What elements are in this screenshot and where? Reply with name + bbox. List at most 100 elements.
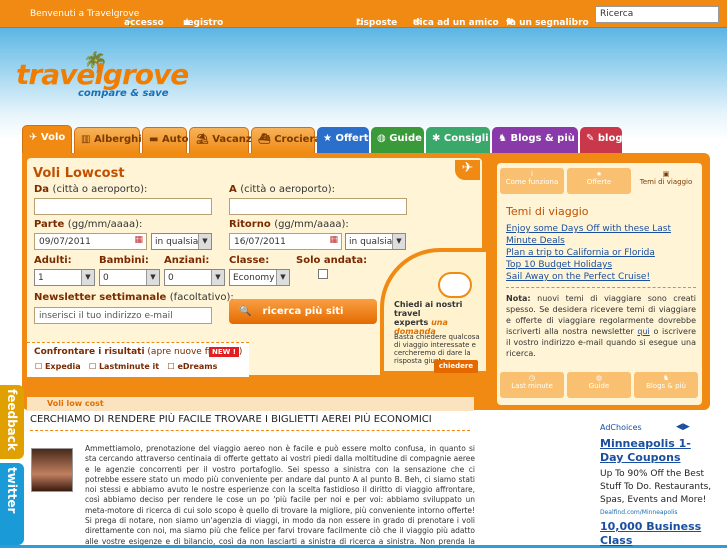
ad-nav-icon[interactable]: ◀▶: [676, 422, 690, 432]
ask-button[interactable]: chiedere: [434, 360, 478, 373]
tab-travel-themes[interactable]: ▣ Temi di viaggio: [634, 168, 698, 194]
bottom-last-minute[interactable]: ◷ Last minute: [500, 372, 564, 398]
search-icon: 🔍: [239, 306, 252, 317]
top-bar: Benvenuti a Travelgrove 🔒 accesso ♟ regist…: [0, 0, 727, 28]
pencil-icon: ✎: [586, 133, 595, 144]
author-photo: [31, 448, 73, 492]
experts-una: una: [431, 318, 448, 327]
lastminute-checkbox[interactable]: ☐ Lastminute it: [89, 362, 159, 371]
divider: [506, 287, 696, 289]
expedia-checkbox[interactable]: ☐ Expedia: [35, 362, 81, 371]
tab-auto[interactable]: ▬ Auto: [142, 127, 188, 153]
search-button[interactable]: 🔍 ricerca più siti: [229, 299, 377, 324]
theme-link[interactable]: Sail Away on the Perfect Cruise!: [506, 271, 696, 283]
section-header: Voli low cost: [27, 397, 474, 411]
to-input[interactable]: [229, 198, 407, 215]
seniors-label: Anziani:: [164, 255, 210, 266]
newsletter-note: Nota: nuovi temi di viaggiare sono creat…: [506, 294, 697, 358]
tab-blogs[interactable]: ♞ Blogs & più: [492, 127, 578, 153]
children-select[interactable]: 0 ▼: [99, 269, 160, 286]
new-badge: NEW !: [209, 347, 239, 357]
edreams-checkbox[interactable]: ☐ eDreams: [167, 362, 217, 371]
compare-label: Confrontare i risultati: [34, 347, 145, 357]
tab-consigli[interactable]: ✱ Consigli: [426, 127, 490, 153]
theme-link[interactable]: Top 10 Budget Holidays: [506, 259, 696, 271]
chevron-down-icon: ▼: [392, 234, 405, 249]
return-time-select[interactable]: in qualsia ▼: [345, 233, 406, 250]
depart-time-select[interactable]: in qualsia ▼: [151, 233, 212, 250]
bottom-blogs[interactable]: ♞ Blogs & più: [634, 372, 698, 398]
chevron-down-icon: ▼: [146, 270, 159, 285]
twitter-tab[interactable]: twitter: [0, 463, 24, 545]
car-icon: ▬: [149, 134, 159, 145]
oneway-checkbox[interactable]: [318, 269, 328, 279]
top-search-input[interactable]: Ricerca: [595, 6, 719, 23]
plane-badge-icon: ✈: [455, 160, 480, 180]
newsletter-input[interactable]: inserisci il tuo indirizzo e-mail: [34, 307, 212, 324]
tab-alberghi[interactable]: ▥ Alberghi: [74, 127, 142, 153]
ad-box: AdChoices ◀▶ Minneapolis 1-Day Coupons U…: [596, 421, 712, 548]
tab-blog[interactable]: ✎ blog: [580, 127, 623, 153]
ad-url[interactable]: Dealfind.com/Minneapolis: [600, 509, 678, 516]
return-date-input[interactable]: 16/07/2011 ▦: [229, 233, 342, 250]
to-label: A (città o aeroporto):: [229, 184, 336, 195]
logo-tagline: compare & save: [78, 88, 169, 99]
tab-crociera[interactable]: ⛴ Crociera: [251, 127, 321, 153]
plane-icon: ✈: [29, 132, 38, 143]
chevron-down-icon: ▼: [211, 270, 224, 285]
from-label: Da (città o aeroporto):: [34, 184, 148, 195]
globe-icon: ◍: [595, 374, 603, 382]
ad-body: Up To 90% Off the Best Stuff To Do. Rest…: [600, 469, 712, 505]
bulb-icon: ✱: [432, 133, 441, 144]
children-label: Bambini:: [99, 255, 149, 266]
people-icon: ♞: [498, 133, 507, 144]
tab-guide[interactable]: ◍ Guide: [371, 127, 424, 153]
travel-themes-title: Temi di viaggio: [506, 205, 589, 218]
theme-link[interactable]: Enjoy some Days Off with these Last Minu…: [506, 223, 696, 247]
speech-bubble-icon: [438, 272, 472, 298]
globe-icon: ◍: [377, 133, 386, 144]
oneway-label: Solo andata:: [296, 255, 368, 266]
tab-offerte[interactable]: ★ Offerte: [317, 127, 375, 153]
class-label: Classe:: [229, 255, 270, 266]
calendar-icon: ▦: [329, 235, 338, 245]
tab-volo[interactable]: ✈ Volo: [22, 125, 72, 153]
divider: [30, 430, 470, 431]
adults-select[interactable]: 1 ▼: [34, 269, 95, 286]
star-icon: ★: [323, 133, 332, 144]
adchoices-label[interactable]: AdChoices: [600, 423, 642, 432]
chevron-down-icon: ▼: [198, 234, 211, 249]
here-link[interactable]: qui: [637, 327, 649, 336]
info-icon: i: [531, 170, 533, 178]
ad-headline-2[interactable]: 10,000 Business Class: [600, 520, 712, 548]
compare-box: Confrontare i risultati (apre nuove fine…: [27, 342, 249, 377]
chevron-down-icon: ▼: [276, 270, 289, 285]
depart-date-input[interactable]: 09/07/2011 ▦: [34, 233, 147, 250]
welcome-text: Benvenuti a Travelgrove: [30, 9, 140, 19]
feedback-tab[interactable]: feedback: [0, 385, 24, 459]
ad-headline[interactable]: Minneapolis 1-Day Coupons: [600, 437, 712, 465]
section-title: CERCHIAMO DI RENDERE PIÙ FACILE TROVARE …: [30, 414, 432, 425]
theme-link[interactable]: Plan a trip to California or Florida: [506, 247, 696, 259]
form-title: Voli Lowcost: [33, 166, 125, 181]
experts-line2: experts: [394, 318, 429, 327]
seniors-select[interactable]: 0 ▼: [164, 269, 225, 286]
travel-themes-links: Enjoy some Days Off with these Last Minu…: [506, 223, 696, 283]
clock-icon: ◷: [528, 374, 536, 382]
tab-how-it-works[interactable]: i Come funziona: [500, 168, 564, 194]
hotel-icon: ▥: [81, 134, 91, 145]
people-icon: ♞: [662, 374, 670, 382]
from-input[interactable]: [34, 198, 212, 215]
chevron-down-icon: ▼: [81, 270, 94, 285]
ship-icon: ⛴: [258, 134, 271, 145]
palm-icon: 🌴: [83, 50, 108, 74]
tab-offers[interactable]: ★ Offerte: [567, 168, 631, 194]
luggage-icon: ▣: [662, 170, 670, 178]
class-select[interactable]: Economy ▼: [229, 269, 290, 286]
calendar-icon: ▦: [134, 235, 143, 245]
star-icon: ★: [595, 170, 603, 178]
section-body: Ammettiamolo, prenotazione del viaggio a…: [85, 444, 475, 545]
bottom-guide[interactable]: ◍ Guide: [567, 372, 631, 398]
adults-label: Adulti:: [34, 255, 72, 266]
tab-vacanze[interactable]: ⛱ Vacanze: [189, 127, 259, 153]
